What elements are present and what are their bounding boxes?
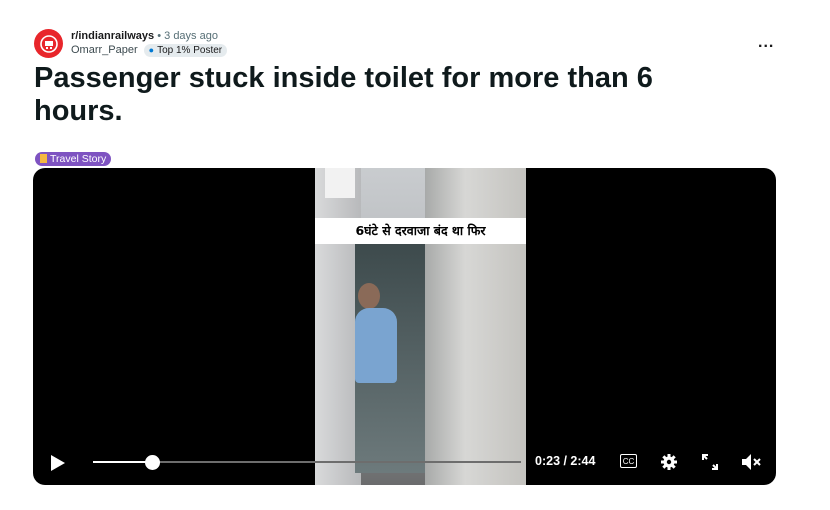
subreddit-link[interactable]: r/indianrailways [71,30,154,42]
snoo-icon: ● [148,45,155,55]
time-readout: 0:23 / 2:44 [535,454,596,468]
user-flair-badge: ● Top 1% Poster [143,44,228,57]
video-frame: 6घंटे से दरवाजा बंद था फिर [315,168,526,485]
post-header: r/indianrailways • 3 days ago Omarr_Pape… [34,29,228,58]
video-controls: 0:23 / 2:44 CC [33,446,776,478]
subreddit-avatar[interactable] [34,29,63,58]
post-title[interactable]: Passenger stuck inside toilet for more t… [34,62,734,128]
gear-icon[interactable] [660,453,678,471]
video-player[interactable]: 6घंटे से दरवाजा बंद था फिर 0:23 / 2:44 C… [33,168,776,485]
progress-fill [93,461,153,463]
post-meta: r/indianrailways • 3 days ago Omarr_Pape… [71,30,228,57]
progress-thumb[interactable] [145,455,161,470]
post-flair-label: Travel Story [50,153,107,165]
video-caption: 6घंटे से दरवाजा बंद था फिर [315,218,526,244]
railway-logo-icon [39,34,58,53]
meta-separator: • [157,30,162,42]
author-link[interactable]: Omarr_Paper [71,44,138,57]
user-flair-label: Top 1% Poster [157,45,223,56]
post-age: 3 days ago [164,30,218,42]
volume-muted-icon[interactable] [741,453,761,471]
luggage-icon [40,154,47,163]
play-icon[interactable] [50,454,66,472]
expand-icon[interactable] [702,454,718,470]
closed-captions-button[interactable]: CC [620,454,637,468]
post-flair-badge[interactable]: Travel Story [35,152,112,166]
more-options-button[interactable]: ... [758,34,774,52]
progress-bar[interactable] [93,455,521,470]
reddit-post-page: r/indianrailways • 3 days ago Omarr_Pape… [0,0,830,510]
